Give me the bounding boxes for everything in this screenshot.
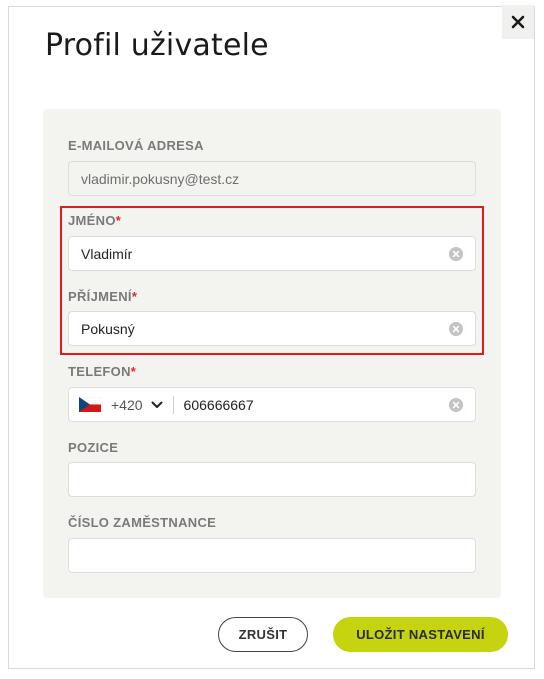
employee-number-field[interactable] — [68, 538, 476, 573]
dialog-title: Profil uživatele — [45, 28, 269, 63]
employee-number-label: ČÍSLO ZAMĚSTNANCE — [68, 515, 216, 530]
phone-label-text: TELEFON — [68, 364, 131, 379]
phone-number-input[interactable]: 606666667 — [184, 397, 449, 413]
email-field: vladimir.pokusny@test.cz — [68, 161, 476, 196]
required-marker: * — [115, 213, 122, 228]
dial-code: +420 — [111, 396, 143, 413]
clear-icon[interactable] — [449, 397, 463, 412]
first-name-label-text: JMÉNO — [68, 213, 116, 228]
required-marker: * — [130, 364, 137, 379]
last-name-label: PŘÍJMENÍ* — [68, 289, 137, 304]
clear-icon[interactable] — [449, 321, 463, 336]
phone-label: TELEFON* — [68, 364, 136, 379]
last-name-value[interactable]: Pokusný — [81, 321, 449, 337]
last-name-field[interactable]: Pokusný — [68, 311, 476, 346]
country-code-select[interactable]: +420 — [79, 388, 163, 421]
phone-divider — [172, 395, 174, 414]
first-name-value[interactable]: Vladimír — [81, 246, 449, 262]
position-label-text: POZICE — [68, 440, 119, 455]
close-icon — [511, 15, 525, 29]
clear-icon[interactable] — [449, 246, 463, 261]
close-button[interactable] — [502, 5, 534, 39]
required-marker: * — [131, 289, 138, 304]
phone-field: +420 606666667 — [68, 387, 476, 422]
first-name-field[interactable]: Vladimír — [68, 236, 476, 271]
email-value: vladimir.pokusny@test.cz — [81, 170, 240, 187]
last-name-label-text: PŘÍJMENÍ — [68, 289, 132, 304]
employee-number-label-text: ČÍSLO ZAMĚSTNANCE — [68, 515, 217, 530]
position-field[interactable] — [68, 462, 476, 497]
cancel-button[interactable]: ZRUŠIT — [218, 617, 308, 652]
first-name-label: JMÉNO* — [68, 213, 121, 228]
chevron-down-icon — [151, 401, 163, 408]
position-label: POZICE — [68, 440, 118, 455]
email-label: E-MAILOVÁ ADRESA — [68, 138, 204, 153]
czech-flag-icon — [79, 397, 101, 412]
save-button[interactable]: ULOŽIT NASTAVENÍ — [333, 617, 508, 652]
email-label-text: E-MAILOVÁ ADRESA — [68, 138, 204, 153]
